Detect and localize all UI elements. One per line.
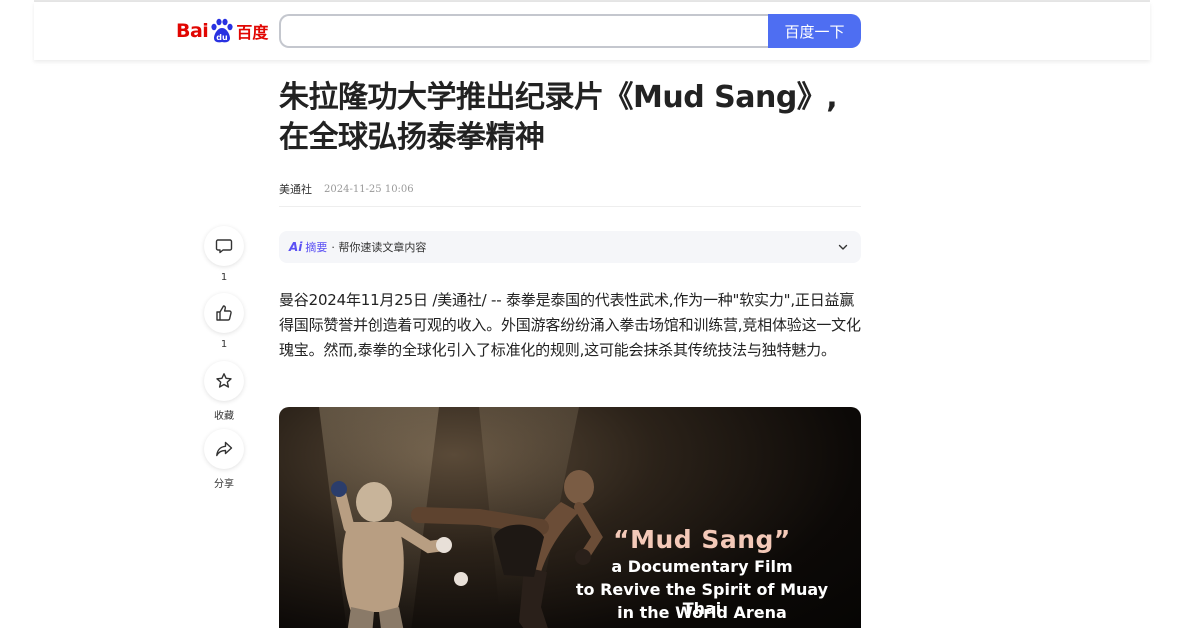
article-paragraph: 曼谷2024年11月25日 /美通社/ -- 泰拳是泰国的代表性武术,作为一种"…: [279, 291, 861, 359]
share-icon: [216, 441, 233, 457]
comment-icon: [215, 239, 233, 254]
share-button[interactable]: [204, 429, 244, 469]
article-time: 2024-11-25 10:06: [324, 183, 414, 195]
thumbs-up-icon: [216, 305, 232, 321]
favorite-label: 收藏: [214, 411, 234, 422]
comment-action[interactable]: 1: [203, 226, 245, 283]
like-button[interactable]: [204, 293, 244, 333]
comment-count: 1: [220, 272, 228, 283]
search-field-wrapper: [279, 14, 769, 48]
ai-summary-bar[interactable]: Ai 摘要 · 帮你速读文章内容: [279, 231, 861, 263]
logo-text-cn: 百度: [236, 23, 269, 42]
favorite-button[interactable]: [204, 361, 244, 401]
favorite-action[interactable]: 收藏: [203, 361, 245, 422]
logo-text-du: du: [217, 33, 229, 42]
search-button[interactable]: 百度一下: [768, 14, 861, 48]
like-count: 1: [220, 339, 228, 350]
share-action[interactable]: 分享: [203, 429, 245, 490]
article-title: 朱拉隆功大学推出纪录片《Mud Sang》, 在全球弘扬泰拳精神: [279, 78, 869, 158]
ai-summary-label: 摘要: [305, 241, 328, 254]
like-action[interactable]: 1: [203, 293, 245, 350]
comment-button[interactable]: [204, 226, 244, 266]
chevron-down-icon[interactable]: [837, 241, 849, 253]
image-caption-line-2: a Documentary Film: [611, 557, 793, 576]
star-icon: [216, 373, 232, 388]
share-label: 分享: [214, 479, 234, 490]
ai-summary-description: · 帮你速读文章内容: [331, 241, 427, 254]
title-line-1: 朱拉隆功大学推出纪录片《Mud Sang》,: [279, 80, 838, 115]
meta-divider: [279, 206, 861, 207]
image-caption-line-4: in the World Arena: [617, 603, 787, 622]
search-input[interactable]: [281, 16, 769, 46]
image-caption-title: “Mud Sang”: [613, 525, 791, 554]
article-source[interactable]: 美通社: [279, 181, 312, 197]
ai-logo-icon: Ai: [289, 240, 303, 254]
logo-text-bai: Bai: [176, 20, 209, 42]
article-meta: 美通社 2024-11-25 10:06: [279, 181, 414, 197]
baidu-logo[interactable]: Bai du 百度: [176, 18, 268, 44]
paw-icon: du: [209, 18, 235, 44]
article-hero-image[interactable]: “Mud Sang” a Documentary Film to Revive …: [279, 407, 861, 628]
title-line-2: 在全球弘扬泰拳精神: [279, 120, 545, 155]
